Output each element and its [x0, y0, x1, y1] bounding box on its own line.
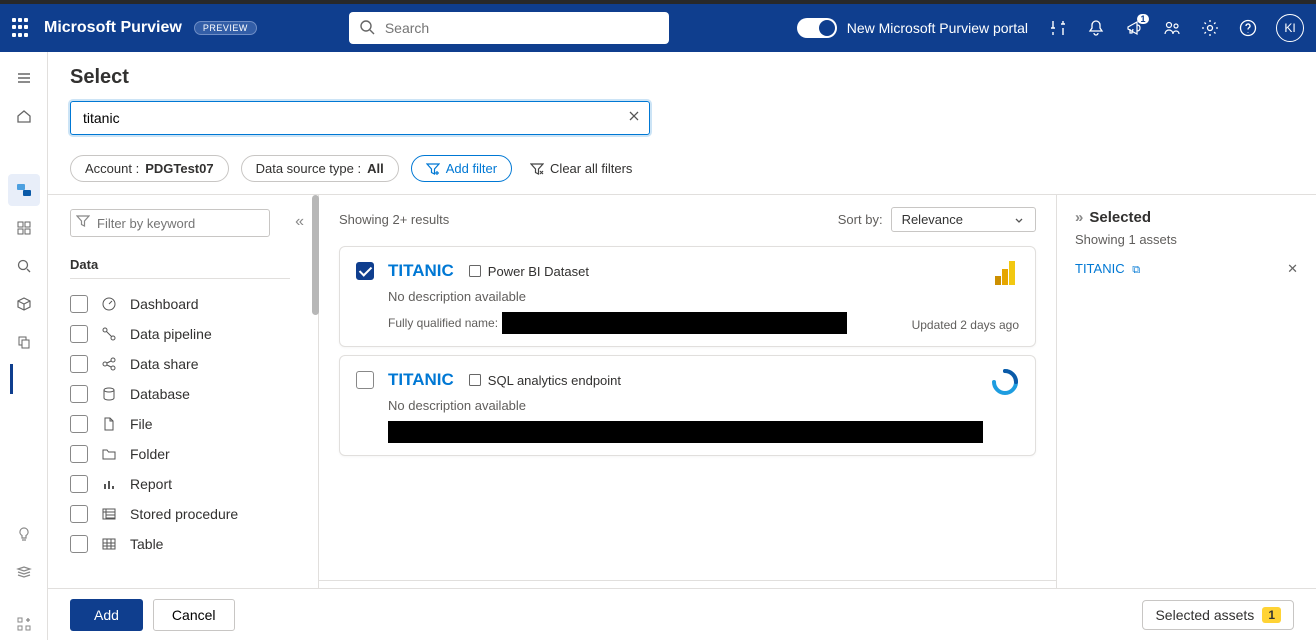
facet-label: File [130, 416, 153, 432]
facet-label: Dashboard [130, 296, 199, 312]
rail-package-icon[interactable] [8, 288, 40, 320]
diagnostics-icon[interactable] [1048, 18, 1068, 38]
add-button[interactable]: Add [70, 599, 143, 631]
asset-type-label: Power BI Dataset [468, 264, 589, 279]
rail-grid-icon[interactable] [8, 212, 40, 244]
sort-dropdown[interactable]: Relevance [891, 207, 1036, 232]
selected-heading: Selected [1089, 209, 1151, 226]
selected-count-badge: 1 [1262, 607, 1281, 623]
result-card[interactable]: TITANIC SQL analytics endpoint No descri… [339, 355, 1036, 456]
sproc-icon [100, 506, 118, 522]
user-avatar[interactable]: KI [1276, 14, 1304, 42]
facet-checkbox[interactable] [70, 295, 88, 313]
selected-asset-link[interactable]: TITANIC ⧉ [1075, 261, 1140, 277]
left-nav-rail [0, 52, 48, 640]
fqn-label: Fully qualified name: [388, 316, 498, 330]
file-icon [100, 416, 118, 432]
rail-copy-icon[interactable] [8, 326, 40, 358]
pipeline-icon [100, 326, 118, 342]
result-checkbox[interactable] [356, 262, 374, 280]
datasource-filter-pill[interactable]: Data source type : All [241, 155, 399, 182]
cancel-button[interactable]: Cancel [153, 599, 235, 631]
help-icon[interactable] [1238, 18, 1258, 38]
redacted-value [388, 421, 983, 443]
chevron-right-icon: » [1075, 209, 1083, 226]
scrollbar-thumb[interactable] [312, 195, 319, 315]
notifications-icon[interactable] [1086, 18, 1106, 38]
asset-description: No description available [388, 289, 1019, 304]
facet-checkbox[interactable] [70, 415, 88, 433]
share-icon [100, 356, 118, 372]
asset-search-input[interactable] [70, 101, 650, 135]
facet-keyword-input[interactable] [70, 209, 270, 237]
global-search-input[interactable] [349, 12, 669, 44]
page-title: Select [70, 66, 1294, 89]
bars-icon [100, 476, 118, 492]
facet-label: Stored procedure [130, 506, 238, 522]
announcements-icon[interactable]: 1 [1124, 18, 1144, 38]
sort-label: Sort by: [838, 212, 883, 227]
facet-checkbox[interactable] [70, 505, 88, 523]
asset-title-link[interactable]: TITANIC [388, 261, 454, 281]
asset-type-label: SQL analytics endpoint [468, 373, 621, 388]
portal-toggle-label: New Microsoft Purview portal [847, 20, 1028, 36]
facet-checkbox[interactable] [70, 325, 88, 343]
clear-search-icon[interactable] [626, 108, 642, 124]
add-filter-button[interactable]: Add filter [411, 155, 512, 182]
facet-label: Data pipeline [130, 326, 212, 342]
asset-title-link[interactable]: TITANIC [388, 370, 454, 390]
rail-apps-icon[interactable] [8, 608, 40, 640]
filter-icon [76, 214, 90, 228]
facet-group-heading: Data [70, 251, 290, 279]
rail-stack-icon[interactable] [8, 556, 40, 588]
asset-updated-text: Updated 2 days ago [912, 318, 1019, 332]
rail-lightbulb-icon[interactable] [8, 518, 40, 550]
remove-selected-icon[interactable]: ✕ [1287, 261, 1298, 277]
facet-checkbox[interactable] [70, 355, 88, 373]
facet-checkbox[interactable] [70, 385, 88, 403]
facet-checkbox[interactable] [70, 445, 88, 463]
rail-catalog-icon[interactable] [8, 174, 40, 206]
search-icon [359, 19, 375, 35]
facet-label: Data share [130, 356, 198, 372]
facet-checkbox[interactable] [70, 535, 88, 553]
asset-source-icon [995, 259, 1019, 287]
selected-count-text: Showing 1 assets [1075, 232, 1298, 247]
folder-icon [100, 446, 118, 462]
announcements-badge: 1 [1137, 14, 1149, 24]
portal-toggle[interactable] [797, 18, 837, 38]
app-launcher-icon[interactable] [12, 18, 32, 38]
selected-assets-button[interactable]: Selected assets 1 [1142, 600, 1294, 630]
rail-search-icon[interactable] [8, 250, 40, 282]
facet-label: Database [130, 386, 190, 402]
brand-name: Microsoft Purview [44, 19, 182, 37]
redacted-value [502, 312, 847, 334]
facet-label: Table [130, 536, 163, 552]
clear-filters-button[interactable]: Clear all filters [524, 157, 638, 180]
result-checkbox[interactable] [356, 371, 374, 389]
settings-icon[interactable] [1200, 18, 1220, 38]
db-icon [100, 386, 118, 402]
people-icon[interactable] [1162, 18, 1182, 38]
asset-description: No description available [388, 398, 1019, 413]
collapse-facets-icon[interactable]: « [295, 213, 304, 231]
results-summary: Showing 2+ results [339, 212, 449, 227]
facet-label: Report [130, 476, 172, 492]
account-filter-pill[interactable]: Account : PDGTest07 [70, 155, 229, 182]
rail-menu-icon[interactable] [8, 62, 40, 94]
table-icon [100, 536, 118, 552]
preview-badge: PREVIEW [194, 21, 257, 35]
facet-checkbox[interactable] [70, 475, 88, 493]
result-card[interactable]: TITANIC Power BI Dataset No description … [339, 246, 1036, 347]
gauge-icon [100, 296, 118, 312]
external-link-icon: ⧉ [1132, 264, 1140, 276]
asset-source-icon [991, 368, 1019, 396]
facet-label: Folder [130, 446, 170, 462]
rail-home-icon[interactable] [8, 100, 40, 132]
